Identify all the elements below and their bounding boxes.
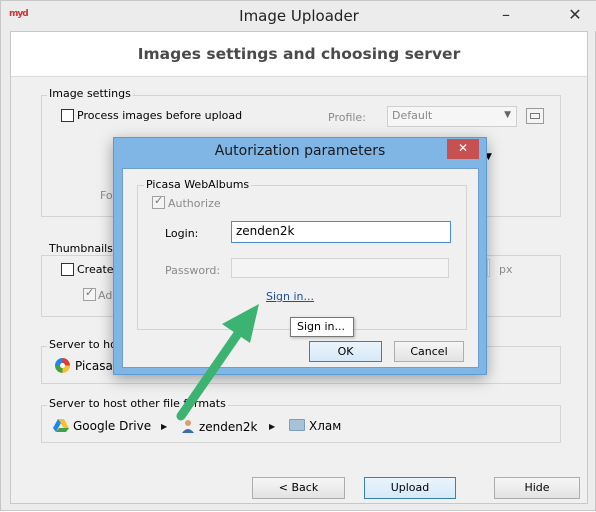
main-window: myd Image Uploader – ✕ Images settings a… [0,0,596,511]
annotation-arrow-icon [176,304,259,421]
